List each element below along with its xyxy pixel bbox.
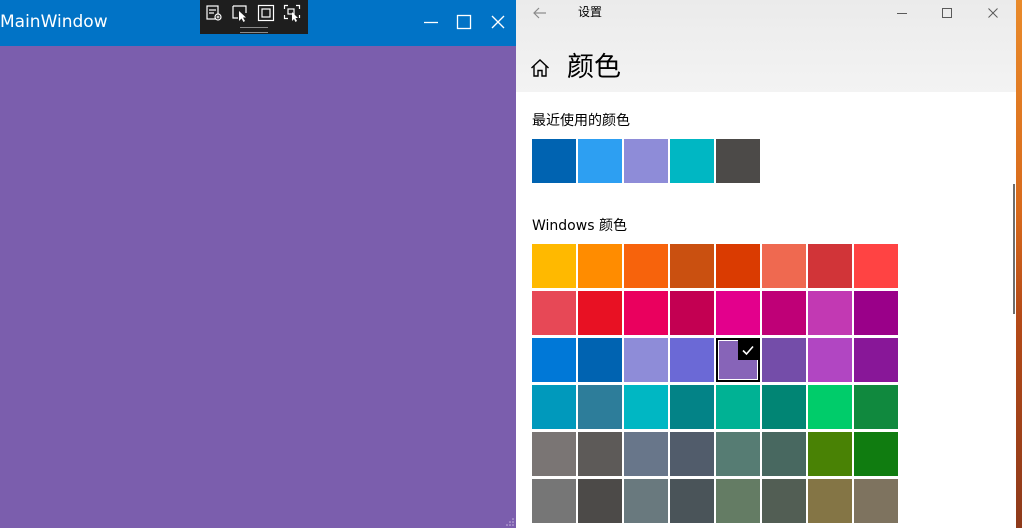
resize-grip-icon[interactable] xyxy=(505,517,515,527)
windows-color-swatch[interactable] xyxy=(670,385,714,429)
settings-app-title: 设置 xyxy=(578,5,603,19)
windows-color-swatch[interactable] xyxy=(854,244,898,288)
track-focus-button[interactable] xyxy=(282,3,302,23)
windows-color-swatch[interactable] xyxy=(624,385,668,429)
scrollbar-thumb[interactable] xyxy=(1013,184,1015,314)
windows-color-swatch[interactable] xyxy=(716,385,760,429)
windows-color-swatch[interactable] xyxy=(716,244,760,288)
windows-color-swatch[interactable] xyxy=(670,244,714,288)
xaml-debug-toolbar xyxy=(200,0,308,34)
windows-color-swatch[interactable] xyxy=(808,385,852,429)
windows-color-swatch[interactable] xyxy=(808,479,852,523)
settings-close-button[interactable] xyxy=(981,3,1005,23)
windows-colors-heading: Windows 颜色 xyxy=(532,218,627,234)
close-icon xyxy=(988,8,998,18)
windows-color-swatch[interactable] xyxy=(762,385,806,429)
settings-header: 设置 颜色 xyxy=(516,0,1016,92)
windows-color-swatch[interactable] xyxy=(808,244,852,288)
windows-color-swatch[interactable] xyxy=(624,244,668,288)
windows-color-swatch[interactable] xyxy=(578,338,622,382)
windows-color-swatch[interactable] xyxy=(532,244,576,288)
windows-color-swatch[interactable] xyxy=(532,385,576,429)
recent-color-swatch[interactable] xyxy=(578,139,622,183)
windows-color-swatch[interactable] xyxy=(578,291,622,335)
windows-color-swatch[interactable] xyxy=(854,479,898,523)
windows-color-swatch[interactable] xyxy=(624,338,668,382)
windows-color-swatch[interactable] xyxy=(624,432,668,476)
windows-color-swatch[interactable] xyxy=(624,479,668,523)
live-visual-tree-icon xyxy=(206,5,222,21)
toolbar-drag-handle[interactable] xyxy=(240,27,268,33)
live-visual-tree-button[interactable] xyxy=(204,3,224,23)
windows-color-swatch[interactable] xyxy=(670,291,714,335)
windows-color-swatch[interactable] xyxy=(578,385,622,429)
windows-color-swatch[interactable] xyxy=(578,432,622,476)
windows-color-swatch[interactable] xyxy=(670,432,714,476)
windows-color-swatch[interactable] xyxy=(854,291,898,335)
windows-color-swatch[interactable] xyxy=(532,479,576,523)
back-arrow-icon xyxy=(533,7,546,19)
windows-color-swatch[interactable] xyxy=(532,338,576,382)
windows-color-swatch[interactable] xyxy=(578,479,622,523)
recent-color-swatch[interactable] xyxy=(670,139,714,183)
maximize-icon xyxy=(456,14,472,30)
display-layout-adorners-button[interactable] xyxy=(256,3,276,23)
windows-color-swatch[interactable] xyxy=(716,479,760,523)
settings-window: 设置 颜色 最近使用的颜色 Windows 颜色 xyxy=(516,0,1016,528)
checkmark-icon xyxy=(738,340,758,360)
minimize-icon xyxy=(897,13,907,14)
maximize-button[interactable] xyxy=(449,7,479,37)
windows-color-swatch[interactable] xyxy=(762,479,806,523)
windows-color-swatch[interactable] xyxy=(532,291,576,335)
windows-color-swatch[interactable] xyxy=(808,338,852,382)
windows-color-swatch[interactable] xyxy=(854,338,898,382)
select-element-icon xyxy=(232,5,247,22)
windows-color-swatch[interactable] xyxy=(670,338,714,382)
select-element-button[interactable] xyxy=(230,3,250,23)
windows-color-swatch[interactable] xyxy=(578,244,622,288)
windows-color-swatch[interactable] xyxy=(624,291,668,335)
windows-color-swatch[interactable] xyxy=(854,432,898,476)
maximize-icon xyxy=(942,8,952,18)
windows-color-swatch[interactable] xyxy=(716,291,760,335)
desktop-background xyxy=(1016,0,1022,528)
recent-colors-heading: 最近使用的颜色 xyxy=(532,113,630,129)
minimize-button[interactable] xyxy=(416,7,446,37)
windows-color-swatch[interactable] xyxy=(532,432,576,476)
windows-color-swatch[interactable] xyxy=(854,385,898,429)
home-button[interactable] xyxy=(529,57,551,79)
windows-color-swatch[interactable] xyxy=(762,432,806,476)
home-icon xyxy=(531,59,549,77)
main-window-title: MainWindow xyxy=(0,12,108,32)
windows-color-swatch-selected[interactable] xyxy=(716,338,760,382)
page-title: 颜色 xyxy=(567,52,621,83)
windows-color-swatch[interactable] xyxy=(762,291,806,335)
settings-maximize-button[interactable] xyxy=(935,3,959,23)
windows-color-swatch[interactable] xyxy=(716,432,760,476)
minimize-icon xyxy=(424,21,438,24)
display-layout-adorners-icon xyxy=(257,4,275,22)
track-focus-icon xyxy=(283,4,301,22)
settings-minimize-button[interactable] xyxy=(890,3,914,23)
close-icon xyxy=(491,15,505,29)
recent-color-swatch[interactable] xyxy=(532,139,576,183)
recent-color-swatch[interactable] xyxy=(716,139,760,183)
windows-color-swatch[interactable] xyxy=(808,432,852,476)
close-button[interactable] xyxy=(483,7,513,37)
back-button[interactable] xyxy=(530,3,550,23)
recent-color-swatch[interactable] xyxy=(624,139,668,183)
windows-color-swatch[interactable] xyxy=(670,479,714,523)
main-window: MainWindow xyxy=(0,0,516,528)
windows-color-swatch[interactable] xyxy=(762,338,806,382)
windows-color-swatch[interactable] xyxy=(808,291,852,335)
windows-color-swatch[interactable] xyxy=(762,244,806,288)
